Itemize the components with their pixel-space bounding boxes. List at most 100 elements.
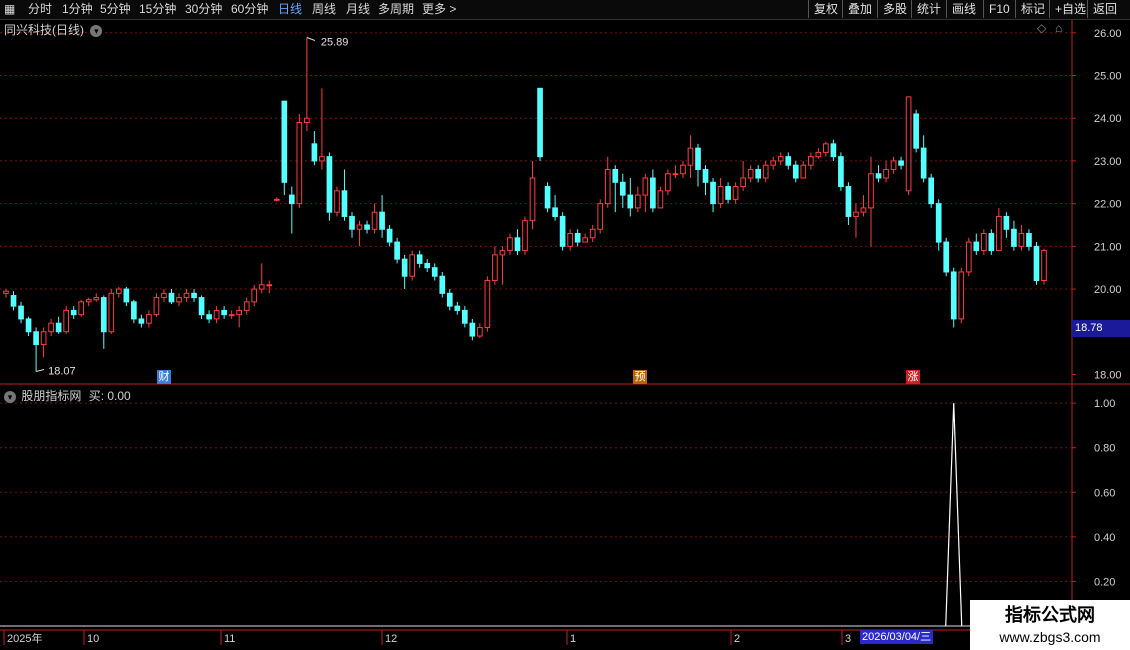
candle-down: [341, 190, 348, 217]
candle-down: [845, 186, 852, 217]
candle-down: [131, 301, 137, 320]
candle-up: [740, 177, 746, 188]
marker-yu[interactable]: 预: [633, 370, 647, 384]
candle-up: [273, 198, 280, 201]
candle-down: [198, 297, 205, 316]
candle-down: [619, 181, 626, 196]
kline-chart[interactable]: 26.0025.0024.0023.0022.0021.0020.0018.00…: [0, 0, 1130, 650]
watermark-url: www.zbgs3.com: [999, 629, 1101, 645]
candle-up: [108, 292, 115, 333]
candle-up: [304, 117, 310, 123]
time-axis-label: 12: [385, 633, 397, 645]
candle-down: [559, 215, 566, 247]
time-axis-label: 3: [845, 633, 851, 645]
high-marker-arrow: [306, 37, 316, 41]
candle-up: [868, 173, 874, 209]
candle-down: [725, 186, 731, 200]
marker-zhang[interactable]: 涨: [906, 370, 920, 384]
candle-up: [213, 309, 220, 320]
candle-down: [928, 177, 935, 205]
candle-up: [732, 186, 739, 200]
price-axis-label: 21.00: [1094, 241, 1122, 253]
candle-down: [25, 318, 32, 333]
candle-down: [1033, 245, 1040, 282]
candle-down: [695, 147, 701, 170]
watermark-title: 指标公式网: [1005, 605, 1095, 625]
candle-down: [191, 292, 197, 299]
candle-up: [597, 203, 604, 230]
candle-down: [386, 228, 393, 243]
candle-up: [296, 121, 303, 205]
chevron-down-icon[interactable]: ▾: [4, 391, 16, 403]
price-axis-label: 24.00: [1094, 113, 1122, 125]
candle-down: [401, 258, 408, 277]
candle-down: [702, 168, 709, 183]
candle-down: [168, 292, 175, 303]
candle-down: [424, 262, 431, 269]
candle-down: [439, 275, 446, 294]
candle-up: [251, 288, 258, 303]
candle-up: [807, 156, 814, 166]
candle-down: [920, 147, 927, 179]
indicator-axis-label: 0.20: [1094, 576, 1115, 588]
current-price-tag: 18.78: [1072, 320, 1130, 337]
candle-up: [853, 211, 859, 217]
candle-down: [950, 271, 957, 320]
watermark: 指标公式网 www.zbgs3.com: [970, 600, 1130, 650]
candle-up: [1041, 250, 1047, 282]
candle-down: [10, 294, 17, 307]
marker-label: 预: [634, 371, 646, 383]
candle-down: [552, 207, 558, 217]
chevron-down-icon[interactable]: ▾: [90, 25, 103, 37]
expand-icon[interactable]: ⌂: [1055, 21, 1062, 35]
candle-up: [529, 177, 536, 222]
candle-up: [63, 309, 70, 333]
candle-down: [311, 143, 318, 162]
candle-down: [785, 156, 792, 166]
candle-up: [905, 96, 912, 192]
candle-down: [206, 314, 212, 320]
stock-title: 同兴科技(日线): [4, 23, 84, 37]
candle-down: [898, 160, 904, 166]
candle-up: [634, 194, 641, 209]
candle-down: [288, 194, 295, 205]
candle-up: [815, 151, 822, 158]
candle-up: [371, 211, 378, 230]
candle-up: [499, 250, 506, 256]
candle-down: [281, 100, 288, 183]
candle-up: [604, 168, 611, 205]
candle-up: [522, 220, 528, 252]
indicator-name: 股朋指标网: [21, 389, 82, 403]
candle-up: [176, 297, 182, 303]
candle-up: [980, 233, 987, 252]
candle-up: [1018, 233, 1025, 247]
indicator-axis-label: 0.60: [1094, 487, 1115, 499]
candle-up: [266, 284, 273, 287]
candle-up: [800, 164, 807, 179]
time-axis-label: 2025年: [7, 631, 42, 645]
candle-down: [838, 156, 844, 188]
indicator-axis-label: 0.40: [1094, 532, 1115, 544]
price-axis-label: 26.00: [1094, 28, 1122, 40]
candle-down: [100, 297, 107, 333]
candle-down: [574, 233, 581, 243]
candle-up: [146, 314, 152, 324]
candle-down: [514, 237, 521, 252]
high-price-label: 25.89: [321, 37, 349, 49]
marker-cai[interactable]: 财: [157, 370, 171, 384]
candle-up: [687, 147, 694, 166]
candle-up: [78, 301, 85, 316]
candle-up: [823, 143, 829, 153]
candle-down: [612, 168, 619, 183]
candle-down: [138, 318, 145, 324]
diamond-icon[interactable]: ◇: [1037, 21, 1046, 35]
candle-up: [860, 207, 867, 213]
candle-up: [243, 301, 250, 311]
candle-down: [454, 305, 461, 311]
indicator-panel-title: ▾ 股朋指标网 买: 0.00: [4, 387, 131, 404]
candle-up: [890, 160, 897, 170]
candle-up: [85, 299, 92, 303]
candle-up: [582, 237, 589, 243]
candle-up: [680, 164, 686, 175]
candle-down: [1026, 233, 1032, 247]
